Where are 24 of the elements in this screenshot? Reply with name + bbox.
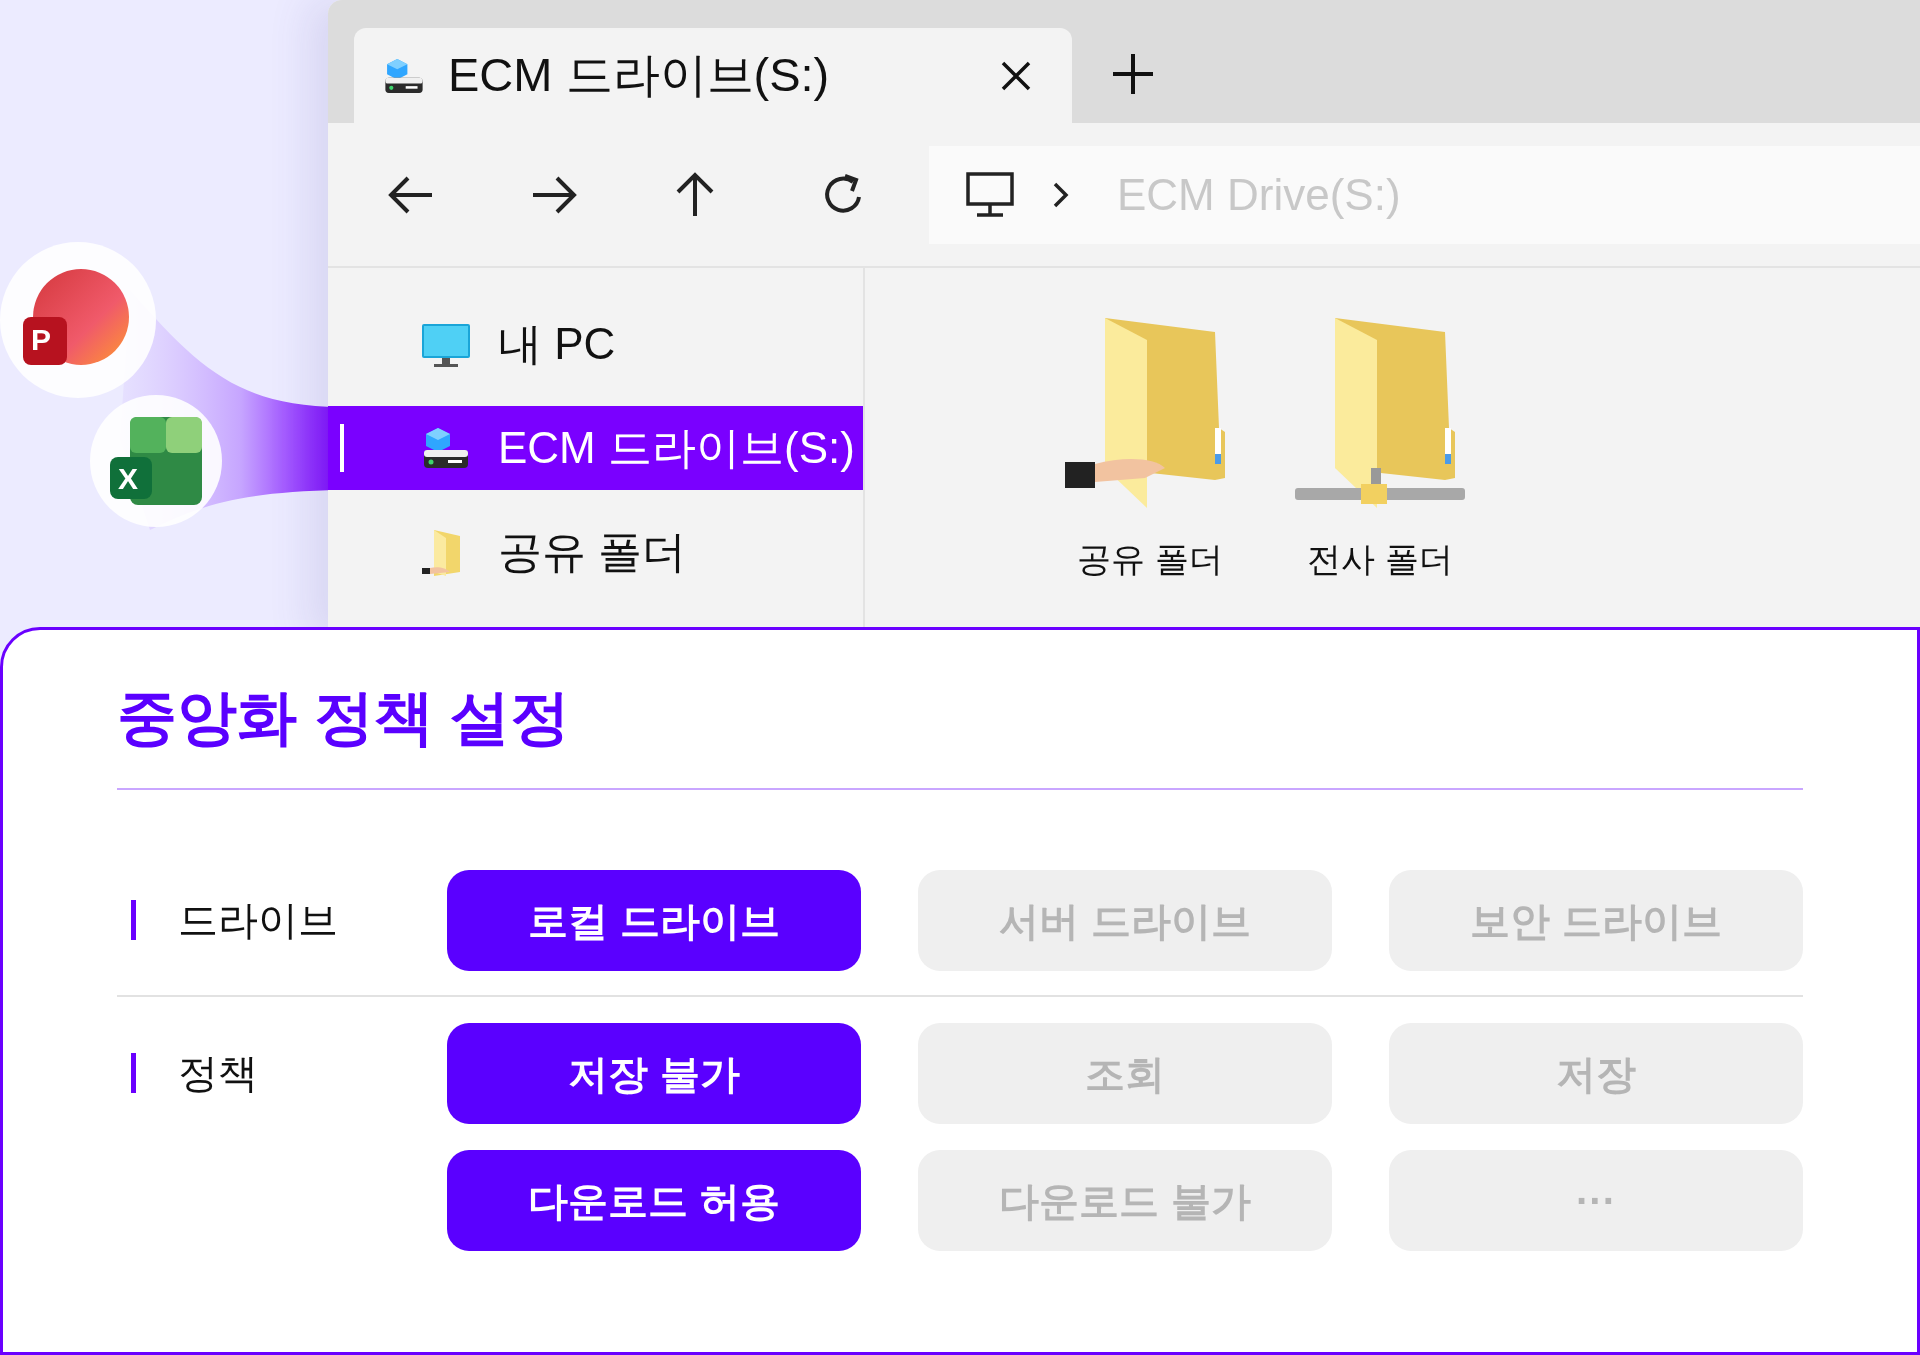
group-label: 정책: [178, 1050, 258, 1097]
computer-icon: [965, 169, 1015, 220]
sidebar-label: 내 PC: [498, 318, 616, 370]
folder-label[interactable]: 전사 폴더: [1307, 534, 1453, 585]
tab[interactable]: ECM 드라이브(S:): [354, 28, 1072, 123]
sidebar-label: ECM 드라이브(S:): [498, 422, 855, 474]
group-label: 드라이브: [178, 897, 338, 944]
app-letter: X: [118, 464, 138, 494]
selection-indicator: [340, 424, 344, 472]
close-icon[interactable]: [1000, 59, 1032, 92]
accent-bar: [131, 1053, 136, 1093]
sidebar-item[interactable]: ECM 드라이브(S:): [328, 406, 863, 490]
policy-option-button[interactable]: 로컬 드라이브: [447, 870, 861, 971]
sidebar-item[interactable]: 내 PC: [328, 302, 863, 386]
tab-title: ECM 드라이브(S:): [448, 47, 830, 104]
app-letter: P: [31, 325, 51, 355]
accent-bar: [131, 900, 136, 940]
panel-title: 중앙화 정책 설정: [117, 688, 572, 748]
new-tab-icon[interactable]: [1112, 53, 1154, 95]
sidebar-item[interactable]: 공유 폴더: [328, 510, 863, 594]
policy-option-button[interactable]: 저장 불가: [447, 1023, 861, 1124]
sidebar-label: 공유 폴더: [498, 526, 687, 578]
policy-option-button[interactable]: 다운로드 허용: [447, 1150, 861, 1251]
folder-label[interactable]: 공유 폴더: [1077, 534, 1223, 585]
